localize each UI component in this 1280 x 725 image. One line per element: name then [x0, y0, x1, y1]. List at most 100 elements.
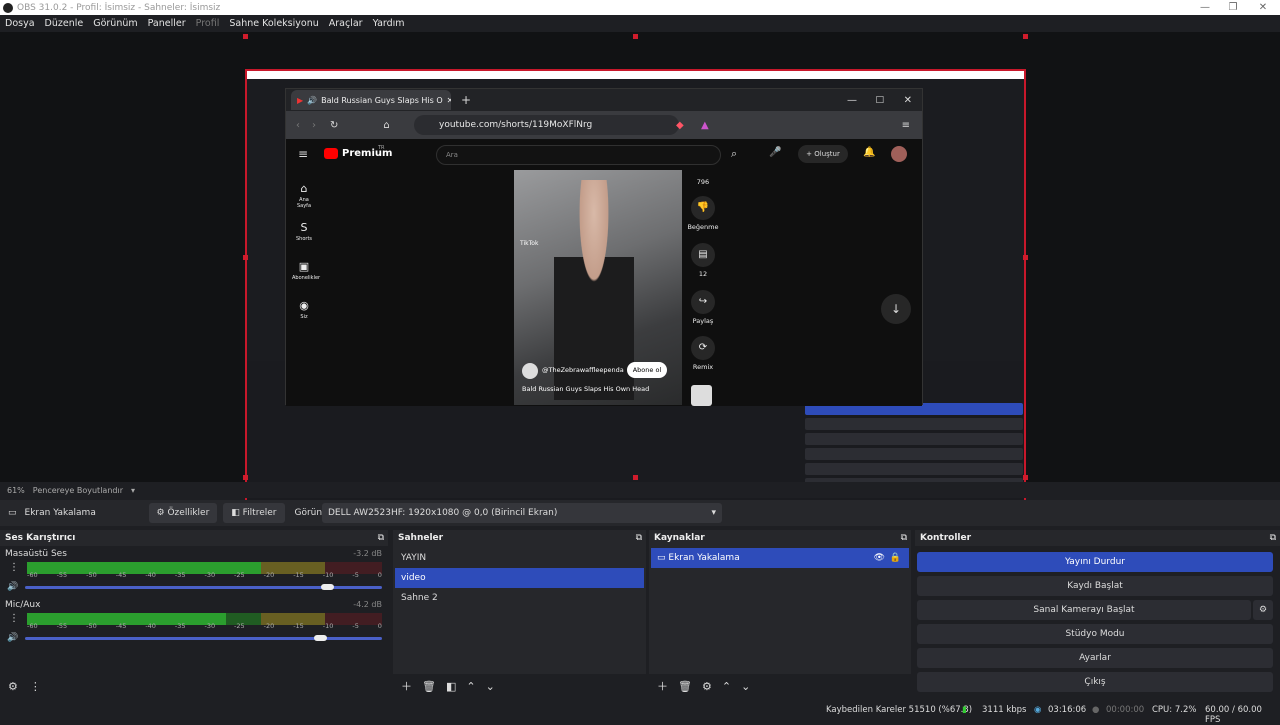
sidebar-label: Shorts	[295, 236, 313, 242]
meter-tick-label: -40	[145, 622, 156, 630]
properties-button[interactable]: ⚙ Özellikler	[148, 503, 218, 523]
virtual-camera-settings-button[interactable]: ⚙	[1253, 600, 1273, 620]
filters-button[interactable]: ◧ Filtreler	[223, 503, 285, 523]
filter-icon: ◧	[231, 508, 240, 518]
meter-tick-label: -25	[234, 622, 245, 630]
resize-handle[interactable]	[633, 34, 638, 39]
meter-tick-label: -45	[115, 571, 127, 579]
scenes-list: YAYIN video Sahne 2	[393, 546, 646, 674]
resize-handle[interactable]	[1023, 475, 1028, 480]
resize-handle[interactable]	[243, 34, 248, 39]
title-bar: OBS 31.0.2 - Profil: İsimsiz - Sahneler:…	[0, 0, 1280, 15]
record-time: 00:00:00	[1106, 705, 1145, 715]
float-icon[interactable]: ⧉	[636, 530, 642, 546]
volume-slider-desktop[interactable]	[25, 584, 382, 590]
speaker-icon[interactable]: 🔊	[7, 582, 18, 592]
resize-handle[interactable]	[1023, 34, 1028, 39]
move-up-icon[interactable]: ⌃	[466, 680, 475, 693]
scene-item[interactable]: YAYIN	[395, 548, 644, 568]
settings-button[interactable]: Ayarlar	[917, 648, 1273, 668]
restore-icon[interactable]: ❐	[1218, 0, 1248, 15]
subscriptions-icon: ▣	[298, 260, 310, 273]
close-icon[interactable]: ✕	[1248, 0, 1278, 15]
slider-knob[interactable]	[321, 584, 335, 590]
video-title: Bald Russian Guys Slaps His Own Head	[522, 385, 650, 393]
add-icon[interactable]: ＋	[401, 678, 412, 694]
start-virtual-camera-button[interactable]: Sanal Kamerayı Başlat	[917, 600, 1251, 620]
float-icon[interactable]: ⧉	[378, 530, 384, 546]
add-icon[interactable]: ＋	[657, 678, 668, 694]
share-icon: ↪	[691, 290, 715, 314]
volume-slider-mic[interactable]	[25, 635, 382, 641]
share-action: ↪ Paylaş	[686, 290, 720, 325]
resize-handle[interactable]	[1023, 255, 1028, 260]
sources-title: Kaynaklar	[654, 533, 705, 543]
reload-icon: ↻	[330, 119, 339, 131]
display-select[interactable]: DELL AW2523HF: 1920x1080 @ 0,0 (Birincil…	[322, 503, 722, 523]
resize-handle[interactable]	[243, 255, 248, 260]
filters-label: Filtreler	[242, 508, 277, 518]
move-up-icon[interactable]: ⌃	[722, 680, 731, 693]
nested-title-bar	[247, 71, 1024, 79]
meter-tick-label: -20	[263, 571, 275, 579]
browser-close-icon: ✕	[903, 94, 912, 106]
eye-icon[interactable]: 👁	[874, 548, 885, 568]
meter-tick-label: -35	[174, 622, 186, 630]
move-down-icon[interactable]: ⌄	[486, 680, 495, 693]
chevron-down-icon[interactable]: ▾	[131, 486, 135, 495]
scene-filter-icon[interactable]: ◧	[446, 680, 456, 693]
menu-yardim[interactable]: Yardım	[368, 18, 410, 29]
resize-handle[interactable]	[633, 475, 638, 480]
sources-footer: ＋ 🗑 ⚙ ⌃ ⌄	[649, 674, 911, 698]
sources-header: Kaynaklar ⧉	[649, 530, 911, 546]
meter-tick-label: -30	[204, 622, 216, 630]
speaker-icon[interactable]: 🔊	[7, 633, 18, 643]
meter-tick-label: 0	[377, 571, 382, 579]
menu-gorunum[interactable]: Görünüm	[88, 18, 142, 29]
start-recording-button[interactable]: Kaydı Başlat	[917, 576, 1273, 596]
minimize-icon[interactable]: —	[1190, 0, 1220, 15]
chevron-down-icon: ▾	[711, 508, 716, 518]
dropped-frames: Kaybedilen Kareler 51510 (%67.3)	[826, 705, 973, 715]
menu-araclar[interactable]: Araçlar	[324, 18, 368, 29]
scene-item[interactable]: Sahne 2	[395, 588, 644, 608]
menu-sahne-koleksiyonu[interactable]: Sahne Koleksiyonu	[224, 18, 323, 29]
gear-icon[interactable]: ⚙	[702, 680, 712, 693]
like-count: 796	[696, 178, 710, 186]
avatar	[891, 146, 907, 162]
stream-icon: ◉	[1034, 705, 1042, 715]
meter-tick-label: -45	[115, 622, 127, 630]
lock-icon[interactable]: 🔒	[890, 548, 901, 568]
kebab-icon[interactable]: ⋮	[9, 613, 19, 624]
stop-stream-button[interactable]: Yayını Durdur	[917, 552, 1273, 572]
controls-header: Kontroller ⧉	[915, 530, 1280, 546]
slider-knob[interactable]	[314, 635, 328, 641]
meter-tick-label: -55	[56, 571, 68, 579]
preview-zoom-row: 61% Pencereye Boyutlandır ▾	[0, 482, 1280, 498]
bell-icon: 🔔	[863, 147, 876, 158]
trash-icon[interactable]: 🗑	[422, 680, 436, 693]
channel-avatar	[522, 363, 538, 379]
resize-handle[interactable]	[243, 475, 248, 480]
source-item[interactable]: ▭ Ekran Yakalama 👁 🔒	[651, 548, 909, 568]
float-icon[interactable]: ⧉	[901, 530, 907, 546]
studio-mode-button[interactable]: Stüdyo Modu	[917, 624, 1273, 644]
exit-button[interactable]: Çıkış	[917, 672, 1273, 692]
trash-icon[interactable]: 🗑	[678, 680, 692, 693]
menu-duzenle[interactable]: Düzenle	[40, 18, 89, 29]
display-value: DELL AW2523HF: 1920x1080 @ 0,0 (Birincil…	[328, 508, 558, 518]
kebab-icon[interactable]: ⋮	[9, 562, 19, 573]
menu-paneller[interactable]: Paneller	[143, 18, 191, 29]
status-bar: Kaybedilen Kareler 51510 (%67.3) ▮ 3111 …	[0, 700, 1280, 725]
move-down-icon[interactable]: ⌄	[741, 680, 750, 693]
gear-icon[interactable]: ⚙	[8, 680, 18, 693]
brave-shield-icon: ◆	[676, 119, 684, 131]
kebab-icon[interactable]: ⋮	[30, 680, 41, 693]
scale-mode[interactable]: Pencereye Boyutlandır	[33, 486, 123, 495]
menu-profil[interactable]: Profil	[191, 18, 225, 29]
hamburger-icon: ≡	[298, 147, 309, 161]
bookmark-icon: ⌂	[383, 119, 390, 131]
scene-item[interactable]: video	[395, 568, 644, 588]
menu-dosya[interactable]: Dosya	[0, 18, 40, 29]
float-icon[interactable]: ⧉	[1270, 530, 1276, 546]
